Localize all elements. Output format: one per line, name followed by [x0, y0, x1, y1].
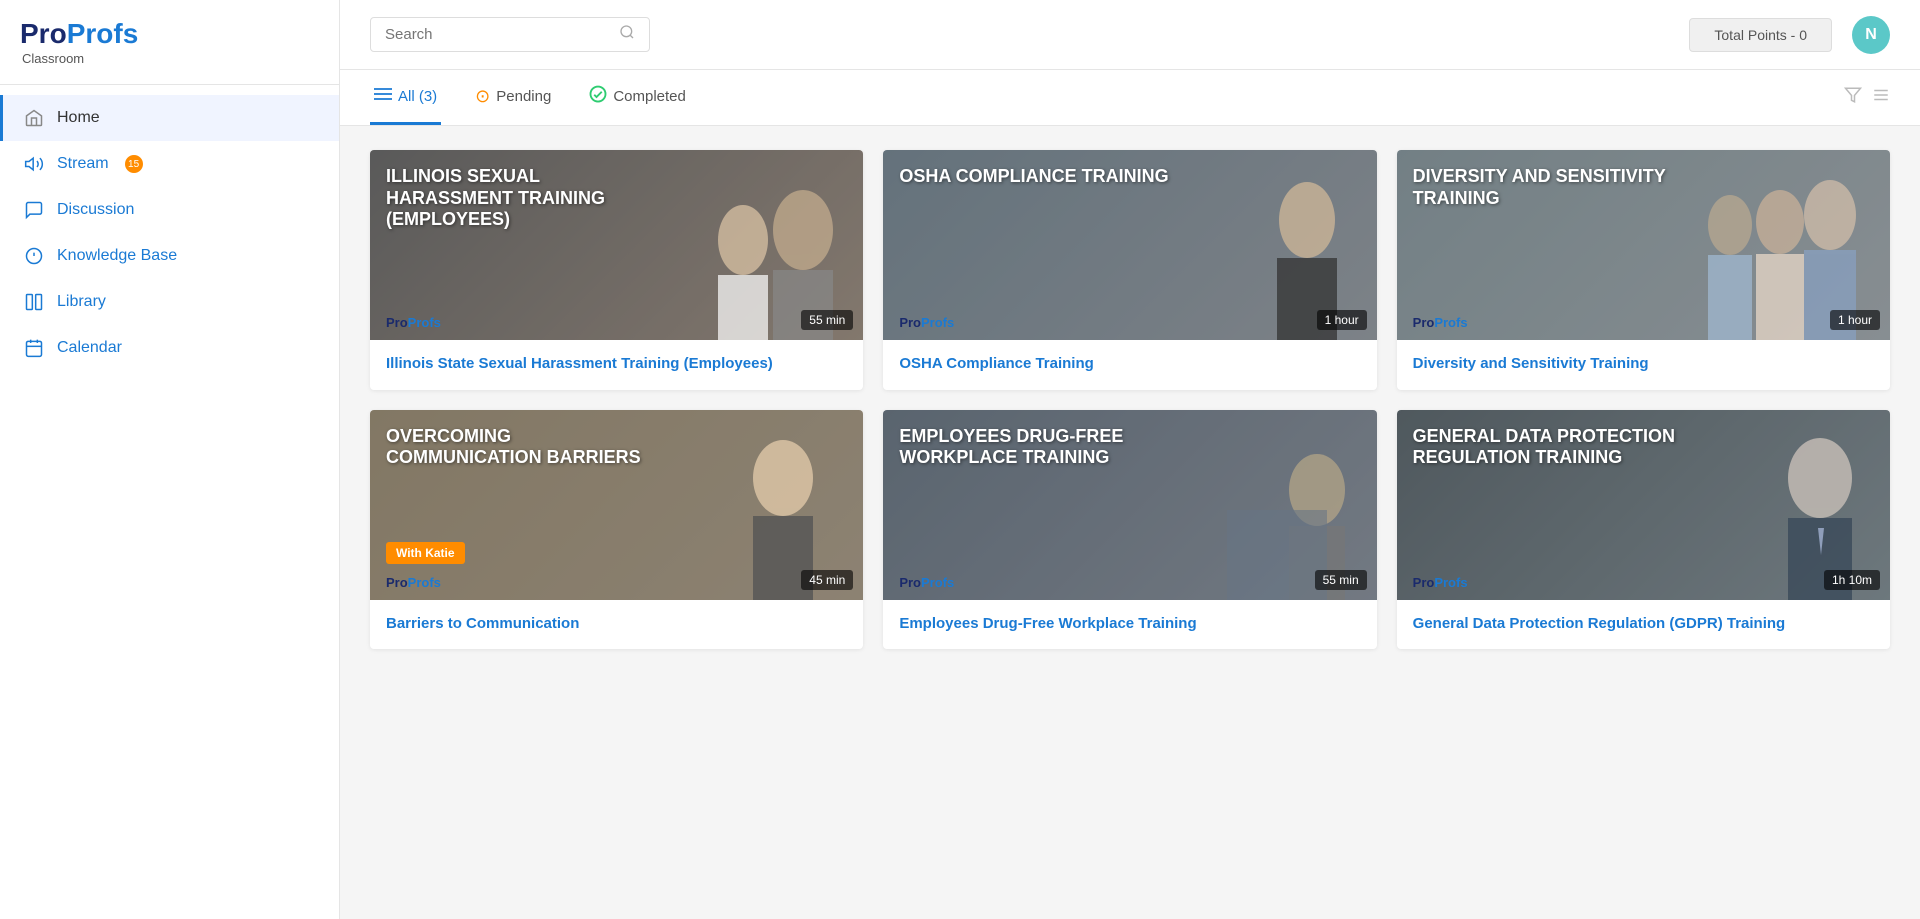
stream-icon	[23, 153, 45, 175]
course-card-1[interactable]: ILLINOIS SEXUAL HARASSMENT TRAINING (EMP…	[370, 150, 863, 390]
thumbnail-title-6: GENERAL DATA PROTECTION REGULATION TRAIN…	[1413, 426, 1684, 469]
thumbnail-duration-1: 55 min	[801, 310, 853, 330]
sidebar-item-home[interactable]: Home	[0, 95, 339, 141]
course-card-5[interactable]: EMPLOYEES DRUG-FREE WORKPLACE TRAINING P…	[883, 410, 1376, 650]
discussion-icon	[23, 199, 45, 221]
course-title-2: OSHA Compliance Training	[899, 354, 1360, 374]
thumbnail-duration-6: 1h 10m	[1824, 570, 1880, 590]
thumbnail-title-2: OSHA COMPLIANCE TRAINING	[899, 166, 1168, 188]
calendar-label: Calendar	[57, 339, 122, 357]
thumbnail-logo-1: ProProfs	[386, 315, 441, 330]
course-title-1: Illinois State Sexual Harassment Trainin…	[386, 354, 847, 374]
sidebar-item-calendar[interactable]: Calendar	[0, 325, 339, 371]
course-thumbnail-4: OVERCOMING COMMUNICATION BARRIERS With K…	[370, 410, 863, 600]
course-thumbnail-2: OSHA COMPLIANCE TRAINING ProProfs 1 hour	[883, 150, 1376, 340]
discussion-label: Discussion	[57, 201, 134, 219]
tab-all-icon	[374, 87, 392, 106]
sidebar-item-knowledge-base[interactable]: Knowledge Base	[0, 233, 339, 279]
nav-menu: Home Stream 15 Discussion	[0, 95, 339, 371]
tab-completed-icon	[589, 85, 607, 108]
course-thumbnail-1: ILLINOIS SEXUAL HARASSMENT TRAINING (EMP…	[370, 150, 863, 340]
search-icon	[619, 24, 635, 45]
with-katie-badge: With Katie	[386, 542, 465, 564]
course-title-5: Employees Drug-Free Workplace Training	[899, 614, 1360, 634]
topbar: Total Points - 0 N	[340, 0, 1920, 70]
thumbnail-duration-5: 55 min	[1315, 570, 1367, 590]
thumbnail-title-5: EMPLOYEES DRUG-FREE WORKPLACE TRAINING	[899, 426, 1170, 469]
course-info-1: Illinois State Sexual Harassment Trainin…	[370, 340, 863, 390]
knowledge-base-label: Knowledge Base	[57, 247, 177, 265]
tab-pending-icon: ⊙	[475, 86, 490, 107]
tab-pending[interactable]: ⊙ Pending	[471, 70, 555, 125]
search-box[interactable]	[370, 17, 650, 52]
logo-area: ProProfs Classroom	[0, 0, 339, 85]
thumbnail-duration-4: 45 min	[801, 570, 853, 590]
tab-all-label: All (3)	[398, 88, 437, 105]
course-card-4[interactable]: OVERCOMING COMMUNICATION BARRIERS With K…	[370, 410, 863, 650]
thumbnail-title-4: OVERCOMING COMMUNICATION BARRIERS	[386, 426, 657, 469]
course-card-2[interactable]: OSHA COMPLIANCE TRAINING ProProfs 1 hour…	[883, 150, 1376, 390]
thumbnail-logo-4: ProProfs	[386, 575, 441, 590]
knowledge-icon	[23, 245, 45, 267]
course-thumbnail-5: EMPLOYEES DRUG-FREE WORKPLACE TRAINING P…	[883, 410, 1376, 600]
thumbnail-duration-2: 1 hour	[1317, 310, 1367, 330]
filter-controls	[1844, 86, 1890, 109]
course-info-6: General Data Protection Regulation (GDPR…	[1397, 600, 1890, 650]
sidebar: ProProfs Classroom Home	[0, 0, 340, 919]
thumbnail-title-3: DIVERSITY AND SENSITIVITY TRAINING	[1413, 166, 1684, 209]
filter-bar: All (3) ⊙ Pending Completed	[340, 70, 1920, 126]
course-thumbnail-6: GENERAL DATA PROTECTION REGULATION TRAIN…	[1397, 410, 1890, 600]
course-grid-area: ILLINOIS SEXUAL HARASSMENT TRAINING (EMP…	[340, 126, 1920, 919]
course-card-3[interactable]: DIVERSITY AND SENSITIVITY TRAINING ProPr…	[1397, 150, 1890, 390]
course-info-3: Diversity and Sensitivity Training	[1397, 340, 1890, 390]
main-content: Total Points - 0 N All (3) ⊙ Pending	[340, 0, 1920, 919]
tab-completed[interactable]: Completed	[585, 70, 690, 125]
course-title-4: Barriers to Communication	[386, 614, 847, 634]
course-title-3: Diversity and Sensitivity Training	[1413, 354, 1874, 374]
course-title-6: General Data Protection Regulation (GDPR…	[1413, 614, 1874, 634]
stream-badge: 15	[125, 155, 143, 173]
filter-icon[interactable]	[1844, 86, 1862, 109]
sidebar-item-stream[interactable]: Stream 15	[0, 141, 339, 187]
logo-classroom: Classroom	[22, 51, 84, 66]
grid-view-icon[interactable]	[1872, 86, 1890, 109]
thumbnail-logo-6: ProProfs	[1413, 575, 1468, 590]
thumbnail-logo-5: ProProfs	[899, 575, 954, 590]
thumbnail-logo-3: ProProfs	[1413, 315, 1468, 330]
stream-label: Stream	[57, 155, 109, 173]
home-label: Home	[57, 109, 100, 127]
thumbnail-title-1: ILLINOIS SEXUAL HARASSMENT TRAINING (EMP…	[386, 166, 657, 231]
avatar[interactable]: N	[1852, 16, 1890, 54]
course-card-6[interactable]: GENERAL DATA PROTECTION REGULATION TRAIN…	[1397, 410, 1890, 650]
thumbnail-duration-3: 1 hour	[1830, 310, 1880, 330]
home-icon	[23, 107, 45, 129]
tab-completed-label: Completed	[613, 88, 686, 105]
calendar-icon	[23, 337, 45, 359]
course-info-2: OSHA Compliance Training	[883, 340, 1376, 390]
tab-all[interactable]: All (3)	[370, 70, 441, 125]
search-input[interactable]	[385, 26, 611, 43]
logo-pro: Pro	[20, 18, 67, 49]
total-points-display: Total Points - 0	[1689, 18, 1832, 52]
tab-pending-label: Pending	[496, 88, 551, 105]
logo-profs: Profs	[67, 18, 139, 49]
sidebar-item-library[interactable]: Library	[0, 279, 339, 325]
library-icon	[23, 291, 45, 313]
library-label: Library	[57, 293, 106, 311]
thumbnail-logo-2: ProProfs	[899, 315, 954, 330]
course-info-5: Employees Drug-Free Workplace Training	[883, 600, 1376, 650]
course-info-4: Barriers to Communication	[370, 600, 863, 650]
course-thumbnail-3: DIVERSITY AND SENSITIVITY TRAINING ProPr…	[1397, 150, 1890, 340]
sidebar-item-discussion[interactable]: Discussion	[0, 187, 339, 233]
course-grid: ILLINOIS SEXUAL HARASSMENT TRAINING (EMP…	[370, 150, 1890, 649]
